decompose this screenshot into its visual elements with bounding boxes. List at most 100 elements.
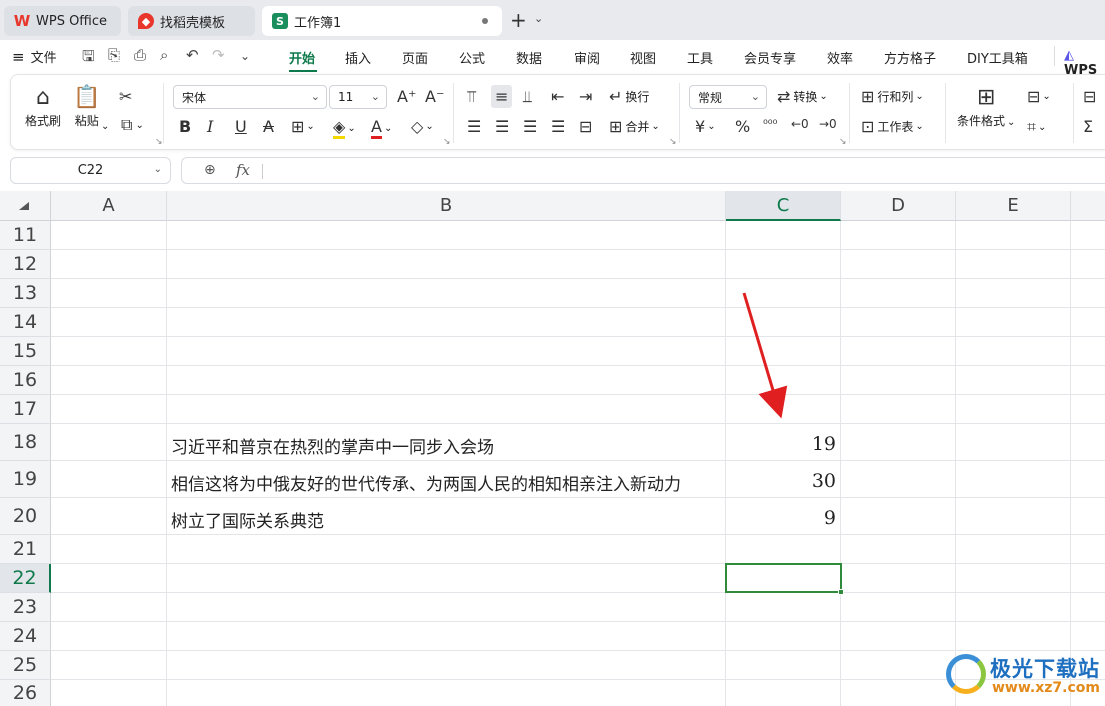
format-painter-button[interactable]: ⌂ 格式刷 [25, 85, 61, 129]
cell-style-button[interactable]: ⊟ ⌄ [1027, 87, 1051, 106]
select-all-button[interactable] [0, 191, 51, 221]
clear-format-button[interactable]: ◇ ⌄ [411, 117, 434, 136]
print-preview-icon[interactable]: ⌕ [160, 46, 168, 64]
sum-button[interactable]: Σ [1083, 117, 1093, 136]
underline-button[interactable]: U [235, 117, 247, 136]
column-header-b[interactable]: B [167, 191, 726, 221]
cut-button[interactable]: ✂ [119, 87, 132, 106]
tab-home[interactable]: 开始 [289, 48, 315, 67]
row-header-18[interactable]: 18 [0, 424, 51, 461]
column-header-f[interactable] [1071, 191, 1105, 221]
strikethrough-button[interactable]: A [263, 117, 274, 136]
fill-button[interactable]: ⊟ [1083, 87, 1096, 106]
italic-button[interactable]: I [207, 117, 213, 136]
tab-data[interactable]: 数据 [516, 48, 542, 67]
clipboard-launcher-icon[interactable]: ↘ [155, 137, 163, 147]
alignment-launcher-icon[interactable]: ↘ [669, 137, 677, 147]
convert-button[interactable]: ⇄ 转换 ⌄ [777, 87, 828, 106]
fill-color-button[interactable]: ◈ ⌄ [333, 117, 356, 139]
save-icon[interactable]: 🖫 [82, 46, 95, 71]
decrease-indent-button[interactable]: ⇤ [551, 87, 564, 106]
row-header-17[interactable]: 17 [0, 395, 51, 424]
column-header-e[interactable]: E [956, 191, 1071, 221]
row-header-14[interactable]: 14 [0, 308, 51, 337]
border-button[interactable]: ⊞ ⌄ [291, 117, 315, 136]
column-header-d[interactable]: D [841, 191, 956, 221]
increase-indent-button[interactable]: ⇥ [579, 87, 592, 106]
cell-b18[interactable]: 习近平和普京在热烈的掌声中一同步入会场 [171, 433, 721, 458]
active-cell-c22[interactable] [725, 563, 844, 595]
row-header-21[interactable]: 21 [0, 535, 51, 564]
tab-diy-toolbox[interactable]: DIY工具箱 [967, 48, 1028, 67]
tab-tools[interactable]: 工具 [687, 48, 713, 67]
paste-dropdown-icon[interactable]: ⌄ [101, 121, 109, 132]
tab-template-store[interactable]: ◆ 找稻壳模板 [128, 6, 255, 36]
worksheet-button[interactable]: ⊡ 工作表 ⌄ [861, 117, 924, 136]
distribute-button[interactable]: ⊟ [579, 117, 592, 136]
align-top-button[interactable]: ⫪ [467, 87, 476, 107]
number-format-select[interactable]: 常规 ⌄ [689, 85, 767, 109]
redo-icon[interactable]: ↷ [212, 46, 225, 64]
copy-button[interactable]: ⧉ ⌄ [121, 115, 144, 135]
quick-access-more-icon[interactable]: ⌄ [240, 49, 250, 63]
font-size-select[interactable]: 11 ⌄ [329, 85, 387, 109]
row-header-22[interactable]: 22 [0, 564, 51, 593]
row-header-16[interactable]: 16 [0, 366, 51, 395]
zoom-search-icon[interactable]: ⊕ [204, 162, 216, 178]
thousands-button[interactable]: ⁰⁰⁰ [763, 117, 777, 131]
wrap-text-button[interactable]: ↵ 换行 [609, 87, 649, 106]
decrease-decimal-button[interactable]: →0 [819, 117, 837, 131]
align-left-button[interactable]: ☰ [467, 117, 481, 136]
fx-icon[interactable]: fx [236, 161, 250, 179]
column-header-c[interactable]: C [726, 191, 841, 221]
paste-button[interactable]: 📋 粘贴 [73, 85, 100, 129]
conditional-format-button[interactable]: ⊞ 条件格式 ⌄ [957, 85, 1015, 129]
align-middle-button[interactable]: ≡ [491, 85, 513, 108]
export-pdf-icon[interactable]: ⎘ [108, 46, 120, 64]
row-header-20[interactable]: 20 [0, 498, 51, 535]
tab-review[interactable]: 审阅 [574, 48, 600, 67]
row-header-24[interactable]: 24 [0, 622, 51, 651]
cell-c20[interactable]: 9 [730, 507, 836, 529]
fill-handle[interactable] [838, 589, 844, 595]
merge-button[interactable]: ⊞ 合并 ⌄ [609, 117, 660, 136]
tab-page[interactable]: 页面 [402, 48, 428, 67]
row-header-23[interactable]: 23 [0, 593, 51, 622]
font-color-button[interactable]: A ⌄ [371, 117, 392, 139]
row-header-19[interactable]: 19 [0, 461, 51, 498]
align-bottom-button[interactable]: ⫫ [523, 87, 532, 107]
percent-button[interactable]: % [735, 117, 750, 136]
number-launcher-icon[interactable]: ↘ [839, 137, 847, 147]
print-icon[interactable]: ⎙ [134, 46, 146, 64]
increase-font-button[interactable]: A⁺ [397, 87, 416, 106]
align-center-button[interactable]: ☰ [495, 117, 509, 136]
row-header-25[interactable]: 25 [0, 651, 51, 680]
tab-fangfang[interactable]: 方方格子 [884, 48, 936, 67]
font-name-select[interactable]: 宋体 ⌄ [173, 85, 327, 109]
tab-efficiency[interactable]: 效率 [827, 48, 853, 67]
justify-button[interactable]: ☰ [551, 117, 565, 136]
tab-insert[interactable]: 插入 [345, 48, 371, 67]
tab-view[interactable]: 视图 [630, 48, 656, 67]
tab-workbook[interactable]: S 工作簿1 [262, 6, 502, 36]
increase-decimal-button[interactable]: ←0 [791, 117, 809, 131]
row-header-26[interactable]: 26 [0, 680, 51, 706]
align-right-button[interactable]: ☰ [523, 117, 537, 136]
file-menu[interactable]: ≡ 文件 [12, 47, 57, 67]
column-header-a[interactable]: A [51, 191, 167, 221]
rows-cols-button[interactable]: ⊞ 行和列 ⌄ [861, 87, 924, 106]
tab-member[interactable]: 会员专享 [744, 48, 796, 67]
new-tab-plus-icon[interactable]: + [510, 8, 527, 32]
row-header-12[interactable]: 12 [0, 250, 51, 279]
cell-b19[interactable]: 相信这将为中俄友好的世代传承、为两国人民的相知相亲注入新动力 [171, 470, 725, 495]
formula-bar[interactable]: ⊕ fx [181, 157, 1105, 184]
name-box[interactable]: C22 ⌄ [10, 157, 171, 184]
decrease-font-button[interactable]: A⁻ [425, 87, 444, 106]
bold-button[interactable]: B [179, 117, 191, 136]
cell-c19[interactable]: 30 [730, 470, 836, 492]
tab-wps-office[interactable]: W WPS Office [4, 6, 121, 36]
undo-icon[interactable]: ↶ [186, 46, 199, 64]
row-header-11[interactable]: 11 [0, 221, 51, 250]
table-style-button[interactable]: ⌗ ⌄ [1027, 117, 1046, 137]
tab-formula[interactable]: 公式 [459, 48, 485, 67]
